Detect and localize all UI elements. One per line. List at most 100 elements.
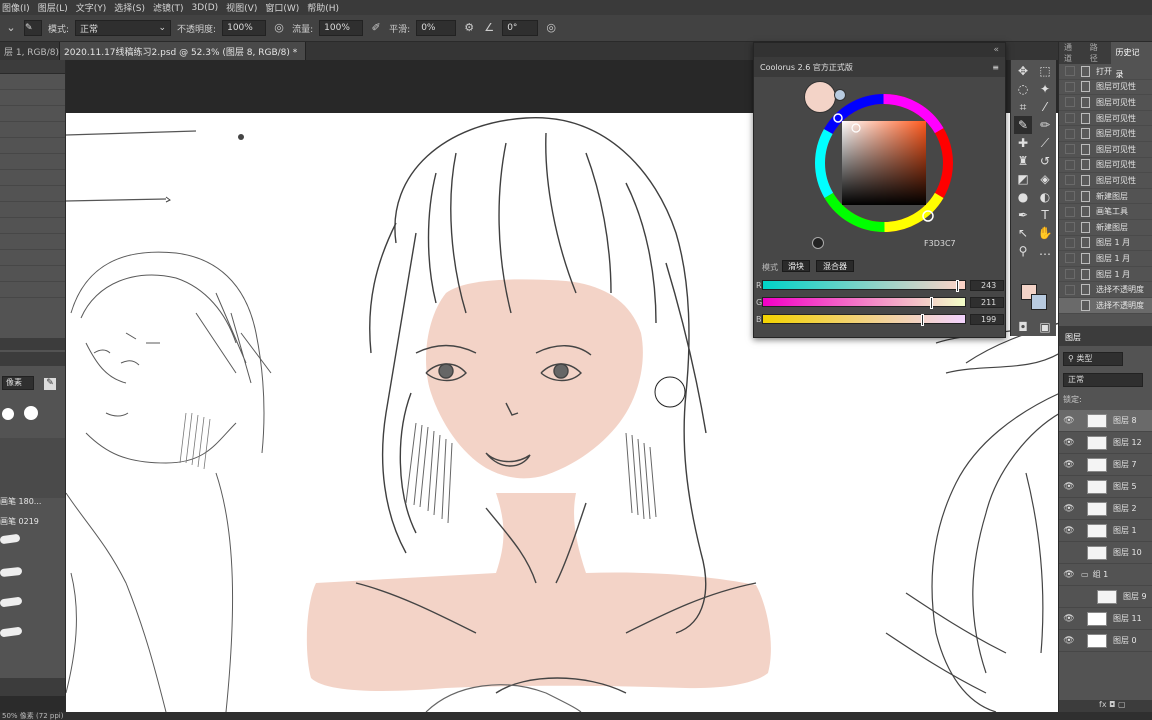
zoom-tool-icon[interactable]: ⚲ [1014, 242, 1032, 260]
left-panel-row[interactable] [0, 234, 65, 250]
more-tools-icon[interactable]: … [1036, 242, 1054, 260]
history-item[interactable]: 图层可见性 [1059, 111, 1152, 127]
slider-r-thumb[interactable] [955, 280, 959, 292]
background-color-swatch[interactable] [1031, 294, 1047, 310]
left-panel-row[interactable] [0, 186, 65, 202]
history-item[interactable]: 图层可见性 [1059, 95, 1152, 111]
left-panel-row[interactable] [0, 266, 65, 282]
layer-name[interactable]: 图层 12 [1113, 437, 1142, 448]
opacity-input[interactable]: 100% [222, 20, 267, 36]
healing-tool-icon[interactable]: ✚ [1014, 134, 1032, 152]
brush-tip-soft[interactable] [24, 406, 38, 420]
airbrush-icon[interactable]: ✐ [369, 21, 383, 35]
layer-row[interactable]: 图层 9 [1059, 586, 1152, 608]
history-item[interactable]: 图层可见性 [1059, 126, 1152, 142]
history-item[interactable]: 新建图层 [1059, 220, 1152, 236]
history-brush-icon[interactable]: ↺ [1036, 152, 1054, 170]
layer-name[interactable]: 图层 1 [1113, 525, 1137, 536]
slider-r-value[interactable]: 243 [970, 279, 1004, 291]
mode-select[interactable]: 正常 ⌄ [75, 20, 172, 36]
tab-paths[interactable]: 路径 [1085, 42, 1111, 64]
brush-panel-toggle-icon[interactable]: ✎ [24, 20, 42, 36]
brush-size-field[interactable]: 像素 [2, 376, 34, 390]
fx-icon[interactable]: fx [1099, 700, 1107, 709]
magic-wand-icon[interactable]: ✦ [1036, 80, 1054, 98]
menu-filter[interactable]: 滤镜(T) [153, 1, 184, 14]
history-snapshot-checkbox[interactable] [1065, 269, 1075, 280]
visibility-eye-icon[interactable]: 👁 [1063, 460, 1075, 470]
history-item[interactable]: 画笔工具 [1059, 204, 1152, 220]
menu-3d[interactable]: 3D(D) [192, 3, 219, 13]
history-item[interactable]: 选择不透明度 [1059, 282, 1152, 298]
brush-stroke-preview[interactable] [0, 533, 21, 545]
history-snapshot-checkbox[interactable] [1065, 66, 1075, 77]
close-icon[interactable]: « [993, 45, 999, 55]
layer-name[interactable]: 组 1 [1093, 569, 1109, 580]
left-panel-row[interactable] [0, 74, 65, 90]
hex-value[interactable]: F3D3C7 [924, 239, 956, 248]
slider-g-value[interactable]: 211 [970, 296, 1004, 308]
history-item[interactable]: 图层 1 月 [1059, 267, 1152, 283]
brush-item[interactable]: 画笔 180... [0, 496, 60, 507]
visibility-eye-icon[interactable]: 👁 [1063, 570, 1075, 580]
history-item[interactable]: 打开 [1059, 64, 1152, 80]
slider-b-track[interactable] [762, 314, 966, 326]
visibility-eye-icon[interactable]: 👁 [1063, 614, 1075, 624]
left-panel-row[interactable] [0, 154, 65, 170]
mask-icon[interactable]: ◘ [1109, 700, 1115, 709]
screen-mode-icon[interactable]: ▣ [1036, 318, 1054, 336]
visibility-eye-icon[interactable]: 👁 [1063, 416, 1075, 426]
wheel-mode-icon[interactable] [812, 237, 824, 249]
history-snapshot-checkbox[interactable] [1065, 222, 1075, 233]
history-item-current[interactable]: 选择不透明度 [1059, 297, 1152, 314]
layer-row[interactable]: 👁 图层 7 [1059, 454, 1152, 476]
layer-row[interactable]: 👁 图层 12 [1059, 432, 1152, 454]
menu-type[interactable]: 文字(Y) [76, 1, 107, 14]
layer-row[interactable]: 👁 图层 1 [1059, 520, 1152, 542]
history-snapshot-checkbox[interactable] [1065, 81, 1075, 92]
panel-menu-icon[interactable]: ≡ [992, 63, 999, 72]
slider-g-thumb[interactable] [930, 297, 934, 309]
smoothing-input[interactable]: 0% [416, 20, 457, 36]
brush-stroke-preview[interactable] [0, 566, 23, 578]
menu-layer[interactable]: 图层(L) [38, 1, 68, 14]
visibility-eye-icon[interactable]: 👁 [1063, 482, 1075, 492]
history-item[interactable]: 图层可见性 [1059, 80, 1152, 96]
visibility-eye-icon[interactable]: 👁 [1063, 438, 1075, 448]
left-panel-row[interactable] [0, 138, 65, 154]
layers-panel-tab[interactable]: 图层 [1059, 326, 1152, 346]
slider-g-track[interactable] [762, 297, 966, 309]
marquee-tool-icon[interactable]: ⬚ [1036, 62, 1054, 80]
history-item[interactable]: 图层 1 月 [1059, 251, 1152, 267]
left-panel-row[interactable] [0, 218, 65, 234]
slider-b-thumb[interactable] [920, 314, 924, 326]
layer-row[interactable]: 👁 图层 5 [1059, 476, 1152, 498]
lasso-tool-icon[interactable]: ◌ [1014, 80, 1032, 98]
slider-b-value[interactable]: 199 [970, 313, 1004, 325]
tab-history[interactable]: 历史记录 [1110, 42, 1152, 79]
slider-r-track[interactable] [762, 280, 966, 292]
left-panel-row[interactable] [0, 106, 65, 122]
layer-name[interactable]: 图层 11 [1113, 613, 1142, 624]
layer-blend-mode-select[interactable]: 正常 [1063, 373, 1143, 387]
menu-help[interactable]: 帮助(H) [307, 1, 339, 14]
history-snapshot-checkbox[interactable] [1065, 300, 1075, 311]
brush-item[interactable]: 画笔 0219 [0, 516, 60, 527]
history-snapshot-checkbox[interactable] [1065, 144, 1075, 155]
mixer-mode-button[interactable]: 混合器 [816, 260, 854, 272]
flow-input[interactable]: 100% [319, 20, 364, 36]
brush-stroke-preview[interactable] [0, 596, 23, 608]
left-panel-row[interactable] [0, 202, 65, 218]
paint-bucket-icon[interactable]: ◈ [1036, 170, 1054, 188]
history-snapshot-checkbox[interactable] [1065, 175, 1075, 186]
pressure-opacity-icon[interactable]: ◎ [272, 21, 286, 35]
history-snapshot-checkbox[interactable] [1065, 284, 1075, 295]
menu-select[interactable]: 选择(S) [114, 1, 145, 14]
hand-tool-icon[interactable]: ✋ [1036, 224, 1054, 242]
layer-name[interactable]: 图层 8 [1113, 415, 1137, 426]
tab-active-doc[interactable]: 2020.11.17线稿练习2.psd @ 52.3% (图层 8, RGB/8… [60, 42, 307, 60]
left-panel-row[interactable] [0, 90, 65, 106]
crop-tool-icon[interactable]: ⌗ [1014, 98, 1032, 116]
history-item[interactable]: 图层可见性 [1059, 142, 1152, 158]
menu-image[interactable]: 图像(I) [2, 1, 30, 14]
